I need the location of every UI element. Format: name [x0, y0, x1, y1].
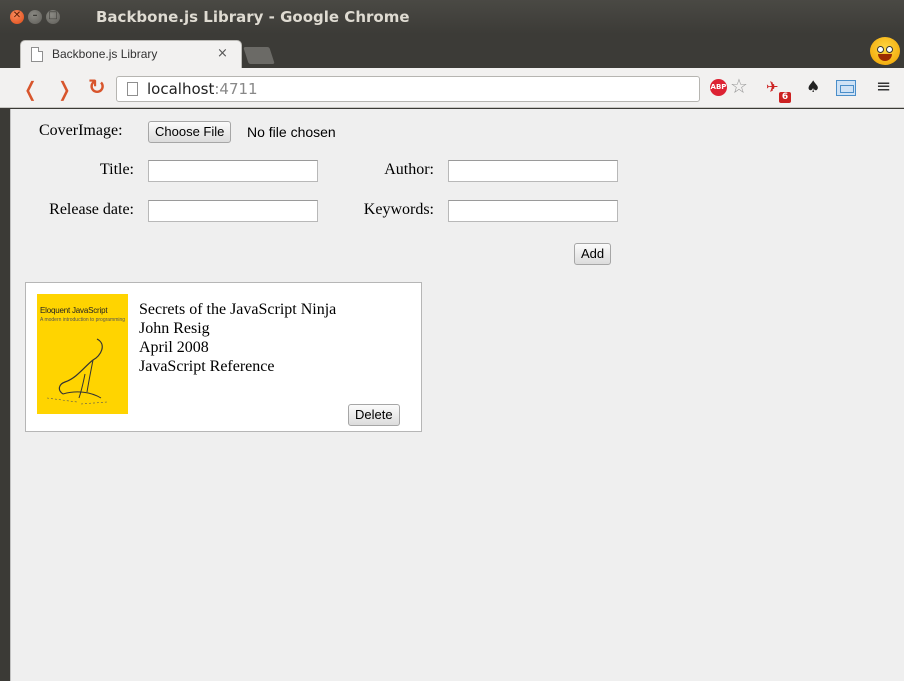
- address-text: localhost:4711: [147, 80, 258, 98]
- page-content: CoverImage: Choose File No file chosen T…: [10, 109, 904, 681]
- bookmark-star-icon[interactable]: ☆: [730, 74, 748, 98]
- book-details: Secrets of the JavaScript Ninja John Res…: [139, 300, 336, 376]
- browser-tab[interactable]: Backbone.js Library ×: [20, 40, 242, 68]
- book-card: Eloquent JavaScript A modern introductio…: [25, 282, 422, 432]
- adblock-icon[interactable]: ABP: [710, 79, 727, 96]
- profile-avatar-icon[interactable]: [870, 37, 900, 65]
- forward-button[interactable]: ❭: [56, 77, 73, 101]
- cover-bird-illustration: [46, 338, 108, 405]
- page-icon: [31, 47, 43, 62]
- title-input[interactable]: [148, 160, 318, 182]
- author-label: Author:: [384, 161, 434, 178]
- reload-button[interactable]: ↻: [88, 75, 106, 99]
- keywords-label: Keywords:: [363, 201, 434, 218]
- maximize-icon: □: [48, 10, 58, 21]
- extension-badge: 6: [779, 92, 791, 103]
- tab-strip: Backbone.js Library ×: [0, 34, 904, 68]
- close-icon: ✕: [12, 10, 22, 21]
- book-release-date: April 2008: [139, 339, 209, 356]
- delete-button[interactable]: Delete: [348, 404, 400, 426]
- window-minimize-button[interactable]: –: [28, 10, 42, 24]
- minimize-icon: –: [32, 10, 38, 21]
- book-title: Secrets of the JavaScript Ninja: [139, 301, 337, 318]
- avatar-eye: [877, 46, 884, 53]
- address-port: :4711: [214, 80, 258, 98]
- book-author: John Resig: [139, 320, 210, 337]
- tab-close-icon[interactable]: ×: [217, 46, 228, 61]
- github-icon[interactable]: ♠: [806, 77, 820, 96]
- choose-file-button[interactable]: Choose File: [148, 121, 232, 143]
- book-keywords: JavaScript Reference: [139, 358, 275, 375]
- cover-image-label: CoverImage:: [39, 122, 123, 139]
- address-bar[interactable]: localhost:4711: [116, 76, 700, 102]
- address-host: localhost: [147, 80, 215, 98]
- keywords-input[interactable]: [448, 200, 618, 222]
- release-date-input[interactable]: [148, 200, 318, 222]
- author-input[interactable]: [448, 160, 618, 182]
- page-icon: [127, 82, 138, 96]
- window-title: Backbone.js Library - Google Chrome: [96, 8, 410, 26]
- avatar-mouth: [878, 54, 892, 61]
- tab-title: Backbone.js Library: [52, 47, 158, 61]
- book-cover-image: Eloquent JavaScript A modern introductio…: [37, 294, 128, 414]
- back-button[interactable]: ❬: [22, 77, 39, 101]
- title-label: Title:: [99, 161, 134, 178]
- avatar-eye: [886, 46, 893, 53]
- menu-icon[interactable]: ≡: [876, 76, 891, 97]
- no-file-text: No file chosen: [247, 124, 336, 140]
- add-button[interactable]: Add: [574, 243, 612, 265]
- window-extension-icon[interactable]: [836, 80, 856, 96]
- release-date-label: Release date:: [49, 201, 134, 218]
- window-close-button[interactable]: ✕: [10, 10, 24, 24]
- window-title-bar: ✕ – □ Backbone.js Library - Google Chrom…: [0, 0, 904, 34]
- window-maximize-button[interactable]: □: [46, 10, 60, 24]
- new-tab-button[interactable]: [243, 47, 275, 64]
